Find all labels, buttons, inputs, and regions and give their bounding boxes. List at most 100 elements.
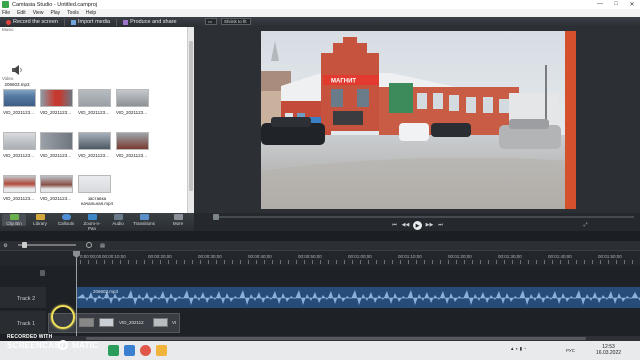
video-thumbnail[interactable] bbox=[40, 175, 73, 193]
produce-share-button[interactable]: Produce and share bbox=[123, 19, 177, 25]
skip-forward-icon[interactable]: ⏭ bbox=[437, 221, 444, 228]
library-icon bbox=[35, 214, 45, 220]
preview-scene-image: МАГНИТ bbox=[261, 31, 576, 209]
video-thumbnail[interactable] bbox=[3, 132, 36, 150]
scrollbar-thumb[interactable] bbox=[86, 337, 586, 340]
menu-play[interactable]: Play bbox=[50, 10, 60, 16]
zoom-magnifier-icon[interactable] bbox=[86, 242, 92, 248]
zoom-select[interactable]: Shrink to fit bbox=[221, 18, 251, 25]
fullscreen-icon[interactable]: ⤢ bbox=[582, 221, 589, 228]
playhead-line[interactable] bbox=[76, 258, 77, 336]
tab-audio[interactable]: Audio bbox=[106, 214, 130, 226]
video-thumbnail[interactable] bbox=[116, 132, 149, 150]
clip-bin-icon bbox=[9, 214, 19, 220]
video-thumbnail[interactable] bbox=[40, 89, 73, 107]
app-taskbar-icon[interactable] bbox=[124, 345, 135, 356]
tab-library[interactable]: Library bbox=[28, 214, 52, 226]
track-2-header[interactable]: Track 2 bbox=[0, 287, 46, 309]
watermark-o-icon bbox=[58, 340, 68, 350]
tab-callouts[interactable]: Callouts bbox=[54, 214, 78, 226]
ruler-time-label: 00:01:20;00 bbox=[448, 254, 472, 259]
timeline-view-icon[interactable]: ▤ bbox=[99, 242, 106, 249]
more-icon bbox=[173, 214, 183, 220]
window-controls: — □ ✕ bbox=[592, 1, 640, 8]
clip-thumbnail bbox=[79, 318, 94, 327]
video-thumbnail[interactable] bbox=[78, 89, 111, 107]
audio-clip-track2[interactable]: 206603.mp3 bbox=[77, 287, 640, 308]
track-1-name: Track 1 bbox=[17, 321, 36, 327]
menu-help[interactable]: Help bbox=[86, 10, 96, 16]
fast-forward-icon[interactable]: ▶▶ bbox=[426, 221, 434, 228]
video-thumbnail-label: VID_2021123... bbox=[116, 110, 147, 115]
video-clip-label: VI bbox=[172, 320, 177, 325]
timeline-ruler[interactable]: 0:00:00;00 00:00:10;00 00:00:20;00 00:00… bbox=[0, 250, 640, 266]
track-2-name: Track 2 bbox=[17, 296, 36, 302]
mouse-cursor-highlight bbox=[51, 305, 75, 329]
progress-knob[interactable] bbox=[213, 214, 219, 220]
produce-icon bbox=[123, 19, 129, 25]
video-thumbnail[interactable] bbox=[3, 175, 36, 193]
audio-clip-name: 206603.mp3 bbox=[93, 289, 119, 294]
tab-audio-label: Audio bbox=[112, 221, 124, 226]
maximize-button[interactable]: □ bbox=[608, 1, 624, 8]
tab-more[interactable]: More bbox=[166, 214, 190, 226]
ruler-time-label: 00:01:40;00 bbox=[548, 254, 572, 259]
video-preview-frame[interactable]: МАГНИТ bbox=[261, 31, 576, 209]
clip-thumbnail bbox=[153, 318, 168, 327]
timeline-toolbar bbox=[0, 241, 640, 250]
tab-zoom-n-pan[interactable]: Zoom-n-Pan bbox=[80, 214, 104, 231]
callouts-icon bbox=[61, 214, 71, 220]
main-toolbar: Record the screen Import media Produce a… bbox=[0, 17, 640, 27]
import-media-label: Import media bbox=[77, 19, 111, 25]
taskbar-clock[interactable]: 12:53 16.03.2022 bbox=[596, 344, 621, 356]
video-thumbnail[interactable] bbox=[78, 175, 111, 193]
close-button[interactable]: ✕ bbox=[624, 1, 640, 8]
produce-share-label: Produce and share bbox=[130, 19, 177, 25]
zoom-slider-knob[interactable] bbox=[22, 242, 27, 248]
menu-view[interactable]: View bbox=[33, 10, 44, 16]
video-thumbnail-label: заставка начальная.mp4 bbox=[80, 196, 114, 206]
video-thumbnail-label: VID_2021123... bbox=[116, 153, 147, 158]
clip-bin-scrollbar[interactable] bbox=[187, 27, 194, 213]
browser-taskbar-icon[interactable] bbox=[140, 345, 151, 356]
video-thumbnail[interactable] bbox=[116, 89, 149, 107]
record-screen-label: Record the screen bbox=[13, 19, 58, 25]
minimize-button[interactable]: — bbox=[592, 1, 608, 8]
video-thumbnail[interactable] bbox=[3, 89, 36, 107]
screencast-watermark: RECORDED WITH SCREENCAST MATIC bbox=[2, 331, 98, 353]
menu-file[interactable]: File bbox=[2, 10, 10, 16]
dimensions-button[interactable]: ▭ bbox=[205, 18, 217, 25]
menu-tools[interactable]: Tools bbox=[67, 10, 79, 16]
video-thumbnail-label: VID_2021123... bbox=[40, 153, 71, 158]
timeline-settings-icon[interactable]: ⚙ bbox=[2, 242, 9, 249]
video-thumbnail[interactable] bbox=[40, 132, 73, 150]
record-screen-button[interactable]: Record the screen bbox=[6, 19, 58, 25]
tab-transitions[interactable]: Transitions bbox=[132, 214, 156, 226]
record-icon bbox=[6, 19, 11, 25]
rewind-icon[interactable]: ◀◀ bbox=[402, 221, 410, 228]
import-icon bbox=[70, 19, 76, 25]
section-music-label: Music bbox=[2, 27, 14, 32]
scrollbar-thumb[interactable] bbox=[189, 41, 193, 191]
clip-thumbnail bbox=[99, 318, 114, 327]
tab-callouts-label: Callouts bbox=[57, 221, 75, 226]
ruler-time-label: 00:01:00;00 bbox=[348, 254, 372, 259]
play-icon[interactable]: ▶ bbox=[413, 221, 422, 230]
track-lock-icon[interactable] bbox=[40, 270, 45, 276]
tab-clip-bin[interactable]: Clip Bin bbox=[2, 214, 26, 226]
ruler-time-label: 00:01:30;00 bbox=[498, 254, 522, 259]
audio-clip-label: 206603.mp3 bbox=[4, 82, 30, 87]
folder-taskbar-icon[interactable] bbox=[156, 345, 167, 356]
camtasia-taskbar-icon[interactable] bbox=[108, 345, 119, 356]
menu-bar: File Edit View Play Tools Help bbox=[0, 9, 640, 17]
import-media-button[interactable]: Import media bbox=[70, 19, 111, 25]
skip-back-icon[interactable]: ⏮ bbox=[391, 221, 398, 228]
preview-progress-bar[interactable] bbox=[213, 214, 634, 220]
language-indicator[interactable]: РУС bbox=[566, 348, 575, 353]
video-thumbnail-label: VID_2021123... bbox=[40, 196, 71, 201]
tray-icons[interactable]: ▲ ◐ ▮ ◔ bbox=[510, 346, 526, 352]
video-thumbnail[interactable] bbox=[78, 132, 111, 150]
video-thumbnail-label: VID_2021123... bbox=[78, 153, 109, 158]
preview-toolbar-controls: ▭ Shrink to fit bbox=[205, 18, 255, 25]
menu-edit[interactable]: Edit bbox=[17, 10, 26, 16]
